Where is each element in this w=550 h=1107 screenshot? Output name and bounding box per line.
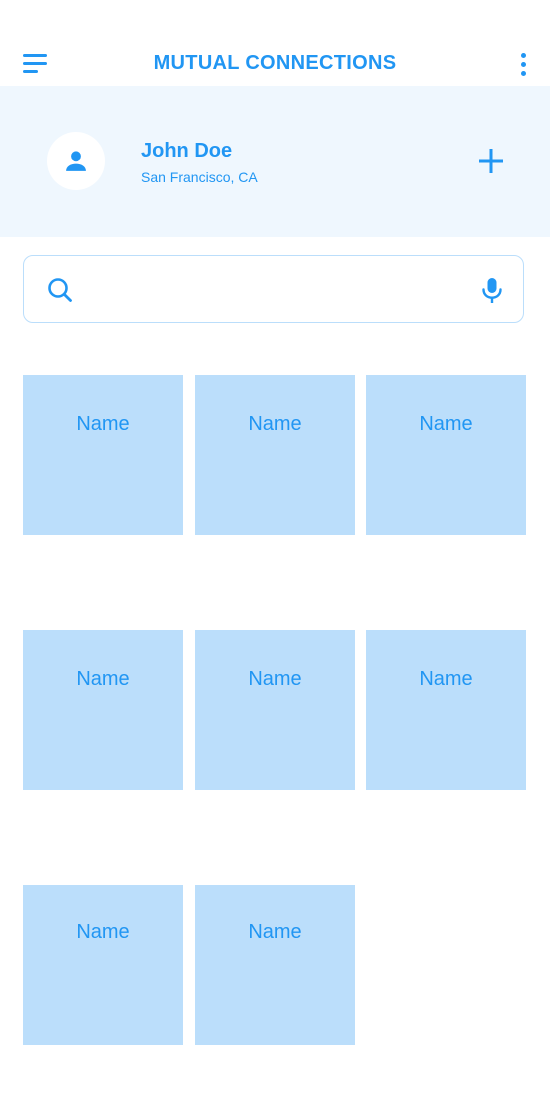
top-app-bar: MUTUAL CONNECTIONS bbox=[0, 0, 550, 86]
connection-card[interactable]: Name bbox=[366, 630, 526, 790]
connection-name: Name bbox=[248, 668, 302, 690]
connection-card[interactable]: Name bbox=[23, 375, 183, 535]
connection-name: Name bbox=[248, 413, 302, 435]
connection-card[interactable]: Name bbox=[195, 885, 355, 1045]
connection-card[interactable]: Name bbox=[23, 885, 183, 1045]
connection-name: Name bbox=[76, 668, 130, 690]
add-connection-button[interactable] bbox=[476, 146, 506, 176]
person-icon bbox=[66, 151, 86, 171]
plus-icon bbox=[479, 149, 503, 173]
profile-header: John Doe San Francisco, CA bbox=[0, 86, 550, 237]
connection-card[interactable]: Name bbox=[195, 630, 355, 790]
profile-name: John Doe bbox=[141, 140, 233, 162]
connection-card[interactable]: Name bbox=[195, 375, 355, 535]
connection-card[interactable]: Name bbox=[366, 375, 526, 535]
connection-name: Name bbox=[248, 921, 302, 943]
search-icon[interactable] bbox=[47, 277, 73, 303]
avatar[interactable] bbox=[47, 132, 105, 190]
search-input[interactable] bbox=[94, 274, 478, 306]
page-title: MUTUAL CONNECTIONS bbox=[153, 52, 397, 74]
connection-name: Name bbox=[76, 413, 130, 435]
profile-location: San Francisco, CA bbox=[141, 169, 258, 185]
search-bar bbox=[23, 255, 524, 323]
microphone-icon[interactable] bbox=[481, 277, 503, 305]
connection-name: Name bbox=[419, 668, 473, 690]
connection-name: Name bbox=[76, 921, 130, 943]
more-vertical-icon[interactable] bbox=[514, 52, 534, 78]
connection-card[interactable]: Name bbox=[23, 630, 183, 790]
connection-name: Name bbox=[419, 413, 473, 435]
